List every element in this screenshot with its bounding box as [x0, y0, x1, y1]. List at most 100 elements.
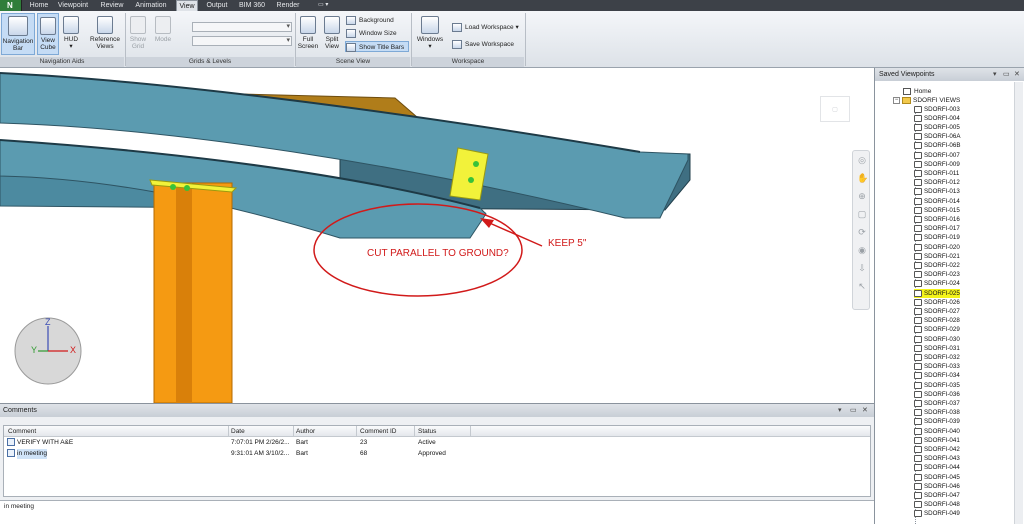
- column-header-comment-id[interactable]: Comment ID: [360, 426, 396, 437]
- ribbon-minimize-icon[interactable]: ▭ ▾: [318, 2, 334, 9]
- viewpoint-item[interactable]: SDORFI-019: [914, 233, 960, 242]
- save-workspace-button[interactable]: Save Workspace: [452, 39, 522, 50]
- viewpoint-item[interactable]: SDORFI-023: [914, 270, 960, 279]
- viewpoint-item[interactable]: SDORFI-028: [914, 316, 960, 325]
- viewpoint-item[interactable]: SDORFI-044: [914, 463, 960, 472]
- viewpoint-item[interactable]: SDORFI-009: [914, 160, 960, 169]
- orbit-icon[interactable]: ⟳: [857, 227, 867, 237]
- zoom-window-icon[interactable]: ▢: [857, 209, 867, 219]
- load-workspace-button[interactable]: Load Workspace ▾: [452, 22, 524, 33]
- column-divider[interactable]: [356, 426, 357, 437]
- viewpoint-item[interactable]: SDORFI-012: [914, 178, 960, 187]
- viewpoint-item[interactable]: SDORFI-039: [914, 417, 960, 426]
- reference-views-button[interactable]: Reference Views: [88, 13, 122, 55]
- markup-arrow[interactable]: [484, 220, 543, 247]
- viewpoint-item[interactable]: SDORFI-029: [914, 325, 960, 334]
- viewpoint-item[interactable]: SDORFI-040: [914, 427, 960, 436]
- dropdown-icon[interactable]: ▾: [993, 69, 997, 80]
- zoom-icon[interactable]: ⊕: [857, 191, 867, 201]
- viewpoint-home[interactable]: Home: [903, 87, 931, 96]
- auto-hide-icon[interactable]: ▭: [850, 405, 857, 416]
- table-row[interactable]: VERIFY WITH A&E 7:07:01 PM 2/26/2... Bar…: [4, 438, 870, 448]
- full-screen-button[interactable]: Full Screen: [297, 13, 319, 55]
- viewpoint-item[interactable]: SDORFI-032: [914, 353, 960, 362]
- hud-button[interactable]: HUD ▾: [61, 13, 81, 55]
- viewpoint-item[interactable]: SDORFI-014: [914, 197, 960, 206]
- viewpoint-item[interactable]: SDORFI-013: [914, 187, 960, 196]
- grid-level-dropdown-2[interactable]: [192, 36, 292, 46]
- background-button[interactable]: Background: [346, 15, 408, 26]
- column-header-status[interactable]: Status: [418, 426, 436, 437]
- scene-viewport[interactable]: CUT PARALLEL TO GROUND? KEEP 5" Z Y X ▢ …: [0, 68, 874, 403]
- close-icon[interactable]: ✕: [1014, 69, 1020, 80]
- viewpoint-item[interactable]: SDORFI-026: [914, 298, 960, 307]
- mode-button[interactable]: Mode: [151, 13, 175, 55]
- viewpoints-scrollbar[interactable]: [1014, 82, 1023, 524]
- column-divider[interactable]: [293, 426, 294, 437]
- viewpoint-item[interactable]: SDORFI-033: [914, 362, 960, 371]
- column-divider[interactable]: [414, 426, 415, 437]
- tab-output[interactable]: Output: [204, 0, 230, 11]
- grid-level-dropdown[interactable]: [192, 22, 292, 32]
- viewpoint-item[interactable]: SDORFI-024: [914, 279, 960, 288]
- column-divider[interactable]: [228, 426, 229, 437]
- column-header-date[interactable]: Date: [231, 426, 245, 437]
- viewpoint-item[interactable]: SDORFI-045: [914, 473, 960, 482]
- viewpoint-item[interactable]: SDORFI-007: [914, 151, 960, 160]
- windows-button[interactable]: Windows ▾: [415, 13, 445, 55]
- column-divider[interactable]: [470, 426, 471, 437]
- column-header-comment[interactable]: Comment: [8, 426, 36, 437]
- viewpoint-item[interactable]: SDORFI-042: [914, 445, 960, 454]
- viewpoint-item[interactable]: SDORFI-027: [914, 307, 960, 316]
- tab-home[interactable]: Home: [27, 0, 51, 11]
- comment-text-box[interactable]: in meeting: [0, 500, 874, 524]
- viewpoint-item[interactable]: SDORFI-015: [914, 206, 960, 215]
- viewpoint-item[interactable]: SDORFI-035: [914, 381, 960, 390]
- view-cube[interactable]: ▢: [820, 96, 850, 122]
- viewpoint-item[interactable]: SDORFI-025: [914, 288, 960, 298]
- viewpoint-item[interactable]: SDORFI-038: [914, 408, 960, 417]
- table-row[interactable]: in meeting 9:31:01 AM 3/10/2... Bart 68 …: [4, 449, 870, 459]
- panel-title-workspace[interactable]: Workspace: [412, 57, 524, 67]
- select-icon[interactable]: ↖: [857, 281, 867, 291]
- viewpoint-item[interactable]: SDORFI-016: [914, 215, 960, 224]
- tab-review[interactable]: Review: [98, 0, 126, 11]
- viewpoint-item[interactable]: SDORFI-003: [914, 105, 960, 114]
- split-view-button[interactable]: Split View: [321, 13, 343, 55]
- navigation-bar-button[interactable]: Navigation Bar: [1, 13, 35, 55]
- auto-hide-icon[interactable]: ▭: [1003, 69, 1010, 80]
- look-icon[interactable]: ◉: [857, 245, 867, 255]
- viewpoint-item[interactable]: SDORFI-06A: [914, 132, 960, 141]
- viewpoint-item[interactable]: SDORFI-049: [914, 509, 960, 518]
- viewpoint-item[interactable]: SDORFI-037: [914, 399, 960, 408]
- tab-viewpoint[interactable]: Viewpoint: [55, 0, 91, 11]
- viewpoint-item[interactable]: SDORFI-048: [914, 500, 960, 509]
- pan-icon[interactable]: ✋: [857, 173, 868, 183]
- collapse-icon[interactable]: −: [893, 97, 900, 104]
- view-cube-button[interactable]: View Cube: [37, 13, 59, 55]
- tab-bim360[interactable]: BIM 360: [237, 0, 267, 11]
- tab-render[interactable]: Render: [275, 0, 301, 11]
- viewpoint-item[interactable]: SDORFI-011: [914, 169, 959, 178]
- close-icon[interactable]: ✕: [862, 405, 868, 416]
- show-grid-button[interactable]: Show Grid: [128, 13, 148, 55]
- viewpoint-item[interactable]: SDORFI-020: [914, 243, 960, 252]
- walk-icon[interactable]: ⇩: [857, 263, 867, 273]
- steering-wheel-icon[interactable]: ◎: [857, 155, 867, 165]
- viewpoint-item[interactable]: SDORFI-047: [914, 491, 960, 500]
- tab-animation[interactable]: Animation: [133, 0, 169, 11]
- window-size-button[interactable]: Window Size: [346, 28, 408, 39]
- viewpoint-item[interactable]: SDORFI-034: [914, 371, 960, 380]
- viewpoint-item[interactable]: SDORFI-005: [914, 123, 960, 132]
- markup-text-cut-parallel[interactable]: CUT PARALLEL TO GROUND?: [367, 248, 509, 259]
- tab-view[interactable]: View: [176, 0, 198, 11]
- viewpoint-item[interactable]: SDORFI-036: [914, 390, 960, 399]
- viewpoint-item[interactable]: SDORFI-046: [914, 482, 960, 491]
- viewpoint-item[interactable]: SDORFI-041: [914, 436, 960, 445]
- panel-title-scene-view[interactable]: Scene View: [296, 57, 410, 67]
- viewpoint-item[interactable]: SDORFI-017: [914, 224, 960, 233]
- column-header-author[interactable]: Author: [296, 426, 315, 437]
- viewpoint-item[interactable]: SDORFI-004: [914, 114, 960, 123]
- panel-title-grids-levels[interactable]: Grids & Levels: [126, 57, 294, 67]
- viewpoint-item[interactable]: SDORFI-031: [914, 344, 960, 353]
